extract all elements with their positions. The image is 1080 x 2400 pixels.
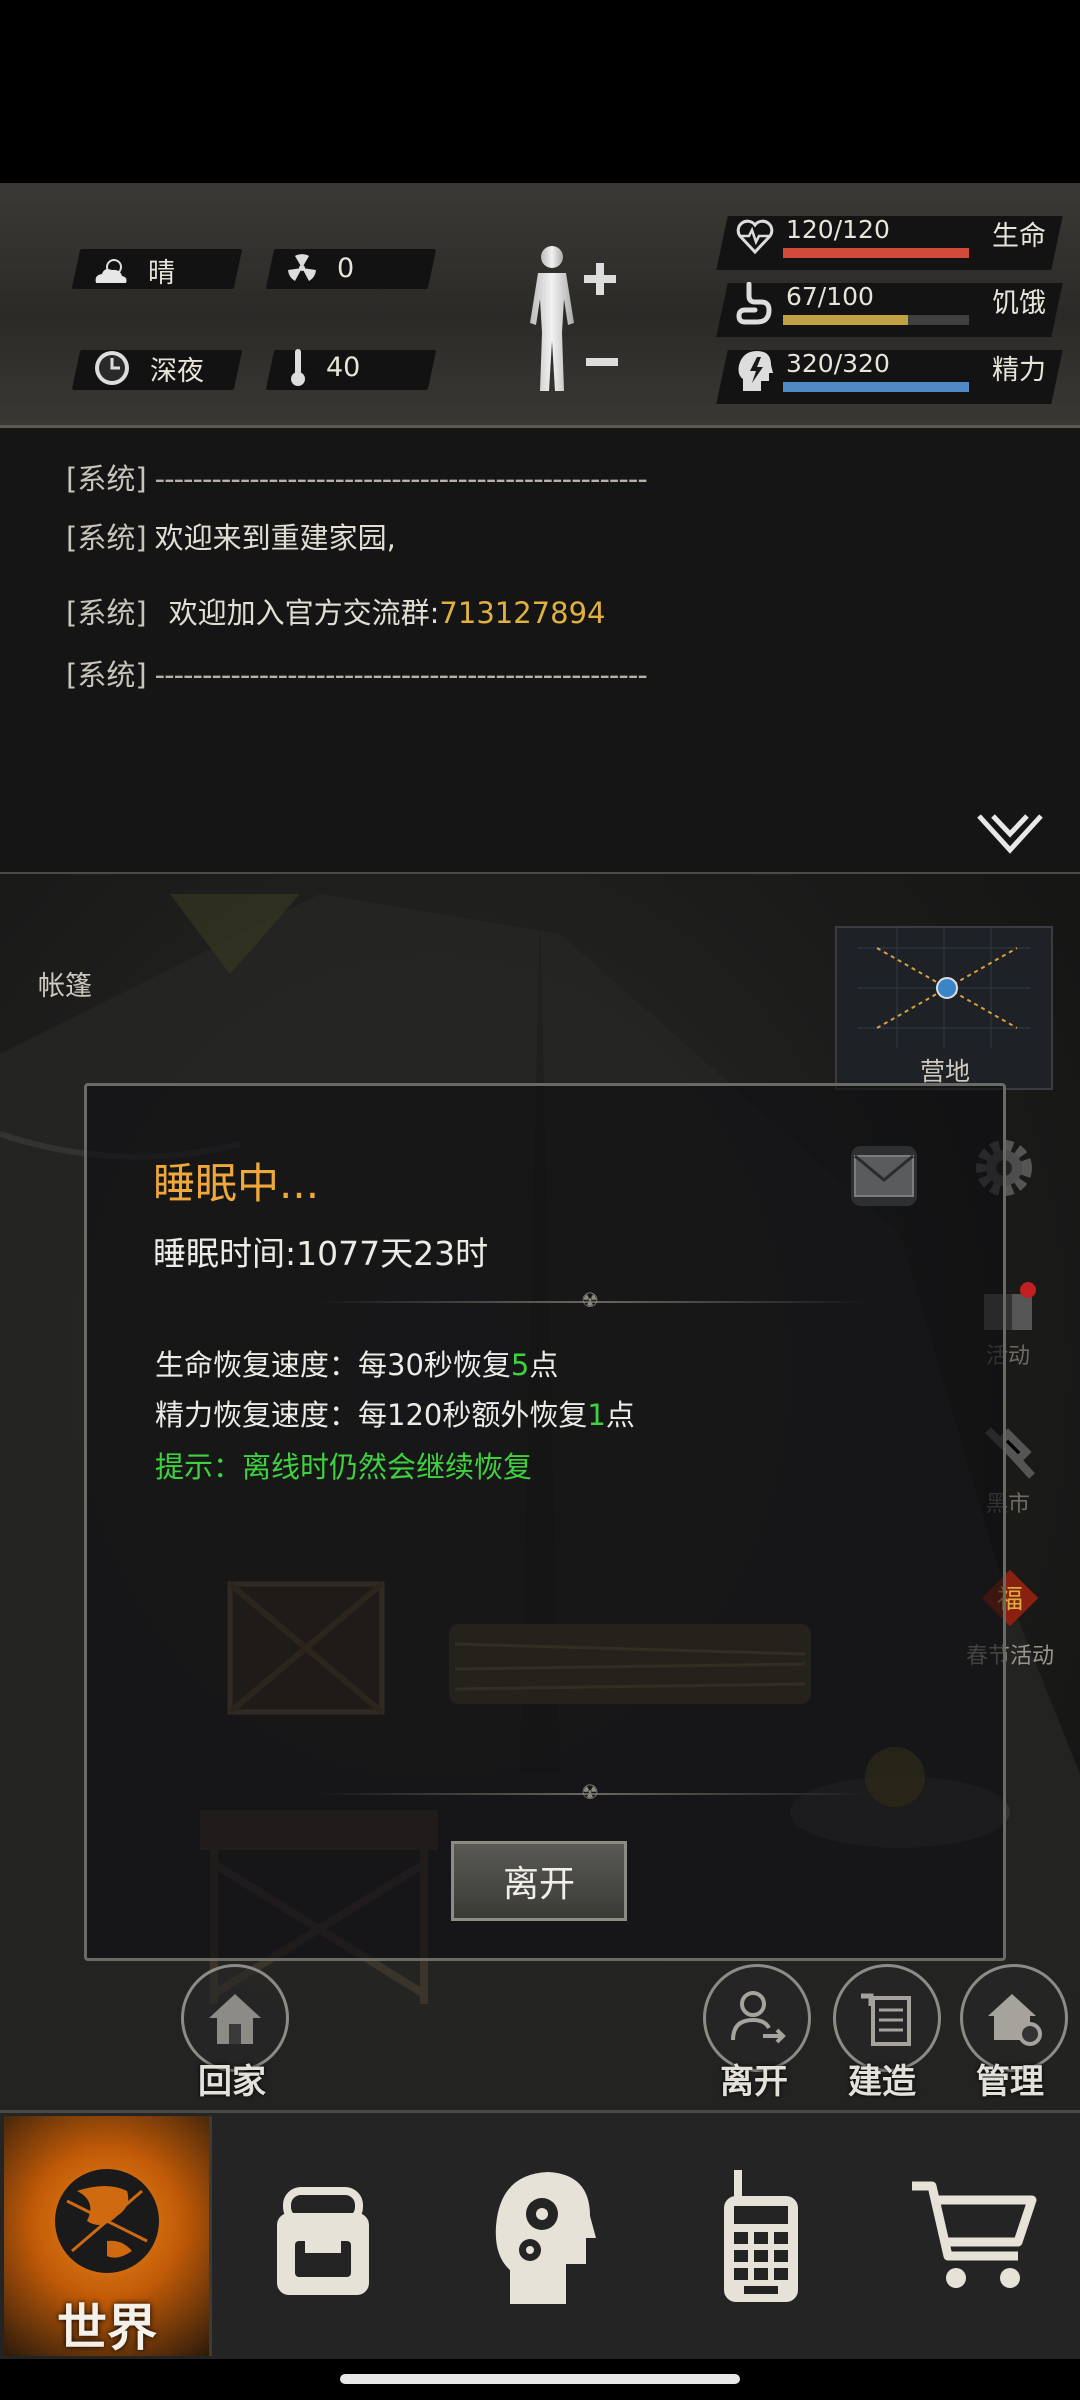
sleep-dialog: 睡眠中... 睡眠时间:1077天23时 ☢ 生命恢复速度：每30秒恢复5点 精… <box>84 1083 1006 1961</box>
energy-bar-fill <box>783 382 969 392</box>
nav-backpack[interactable] <box>212 2116 434 2356</box>
home-indicator[interactable] <box>340 2374 740 2384</box>
map-grid-icon <box>857 928 1031 1048</box>
log-line: [系统] 欢迎加入官方交流群:713127894 <box>66 590 605 632</box>
leave-button[interactable]: 离开 <box>451 1841 627 1921</box>
energy-recovery-value: 1 <box>587 1398 606 1432</box>
brain-bolt-icon <box>738 351 773 391</box>
energy-recovery-rate: 精力恢复速度：每120秒额外恢复1点 <box>155 1392 635 1434</box>
hunger-bar <box>783 315 969 325</box>
divider-ornament-icon: ☢ <box>581 1288 599 1312</box>
house-icon <box>209 1994 261 2044</box>
clock-icon <box>95 351 129 385</box>
brain-gears-icon <box>495 2172 596 2304</box>
radio-icon <box>724 2170 798 2302</box>
thermometer-icon <box>291 349 305 386</box>
radiation-icon <box>288 254 316 281</box>
heart-pulse-icon <box>736 219 774 255</box>
nav-radio[interactable] <box>656 2116 866 2356</box>
nav-world[interactable]: 世界 <box>4 2116 210 2357</box>
build-label: 建造 <box>848 2062 916 2102</box>
leave-camp-label: 离开 <box>720 2062 788 2102</box>
offline-hint: 提示：离线时仍然会继续恢复 <box>155 1450 533 1484</box>
hunger-bar-fill <box>783 315 908 325</box>
globe-icon <box>55 2169 159 2273</box>
energy-recovery-unit: 点 <box>605 1398 635 1432</box>
manage-label: 管理 <box>976 2062 1044 2102</box>
person-exit-icon <box>731 1991 786 2044</box>
divider-ornament-icon: ☢ <box>581 1780 599 1804</box>
health-recovery-text: 生命恢复速度：每30秒恢复 <box>155 1348 511 1382</box>
system-tag: [系统] <box>66 521 147 555</box>
weather-text: 晴 <box>148 258 175 289</box>
welcome-message: 欢迎来到重建家园, <box>154 521 396 555</box>
log-line: [系统] ------------------------------------… <box>66 456 648 498</box>
home-label: 回家 <box>198 2062 266 2102</box>
nav-skills[interactable] <box>434 2116 656 2356</box>
expand-log-icon[interactable] <box>975 812 1045 856</box>
build-list-icon <box>861 1993 911 2046</box>
health-value: 120/120 <box>786 215 890 244</box>
plus-icon <box>582 261 618 301</box>
health-bar-fill <box>783 248 969 258</box>
mail-button[interactable] <box>851 1146 917 1206</box>
group-number-link[interactable]: 713127894 <box>439 596 605 630</box>
cart-icon <box>912 2181 1037 2288</box>
health-bar <box>783 248 969 258</box>
log-line: [系统] 欢迎来到重建家园, <box>66 515 396 557</box>
energy-bar <box>783 382 969 392</box>
body-status-button[interactable] <box>522 243 582 397</box>
radiation-indicator: 0 <box>285 251 354 285</box>
cloud-sun-icon <box>95 258 127 283</box>
hunger-value: 67/100 <box>786 282 874 311</box>
minus-icon <box>584 353 620 372</box>
energy-label: 精力 <box>992 355 1046 386</box>
system-tag: [系统] <box>66 462 147 496</box>
hunger-label: 饥饿 <box>992 288 1046 319</box>
health-recovery-value: 5 <box>510 1348 530 1382</box>
status-panel: 晴 0 深夜 40 120/120 67/100 320/320 生命 饥饿 精… <box>0 183 1080 428</box>
house-gear-icon <box>988 1994 1042 2046</box>
system-tag: [系统] <box>66 658 147 692</box>
health-recovery-rate: 生命恢复速度：每30秒恢复5点 <box>155 1342 558 1384</box>
dialog-title: 睡眠中... <box>153 1159 320 1208</box>
system-tag: [系统] <box>66 596 147 630</box>
nav-world-label: 世界 <box>57 2299 157 2357</box>
sleep-time-text: 睡眠时间:1077天23时 <box>153 1234 489 1273</box>
group-invite-text: 欢迎加入官方交流群: <box>168 596 440 630</box>
time-indicator: 深夜 <box>92 348 204 388</box>
human-body-icon <box>530 246 574 391</box>
radiation-value: 0 <box>337 252 355 284</box>
time-of-day-text: 深夜 <box>150 355 204 387</box>
nav-shop[interactable] <box>866 2116 1080 2356</box>
message-log[interactable]: [系统] ------------------------------------… <box>0 428 1080 874</box>
tent-label: 帐篷 <box>38 971 92 1002</box>
stomach-icon <box>736 282 772 325</box>
health-label: 生命 <box>992 221 1046 252</box>
envelope-icon <box>854 1154 914 1197</box>
weather-indicator: 晴 <box>92 251 175 290</box>
energy-recovery-text: 精力恢复速度：每120秒额外恢复 <box>155 1398 588 1432</box>
log-separator: ----------------------------------------… <box>154 658 648 692</box>
log-separator: ----------------------------------------… <box>154 462 648 496</box>
temperature-value: 40 <box>326 351 361 383</box>
camp-map-button[interactable]: 营地 <box>835 926 1053 1090</box>
backpack-icon <box>277 2187 369 2295</box>
energy-value: 320/320 <box>786 349 890 378</box>
temperature-indicator: 40 <box>288 347 360 387</box>
log-line: [系统] ------------------------------------… <box>66 652 648 694</box>
health-recovery-unit: 点 <box>529 1348 559 1382</box>
